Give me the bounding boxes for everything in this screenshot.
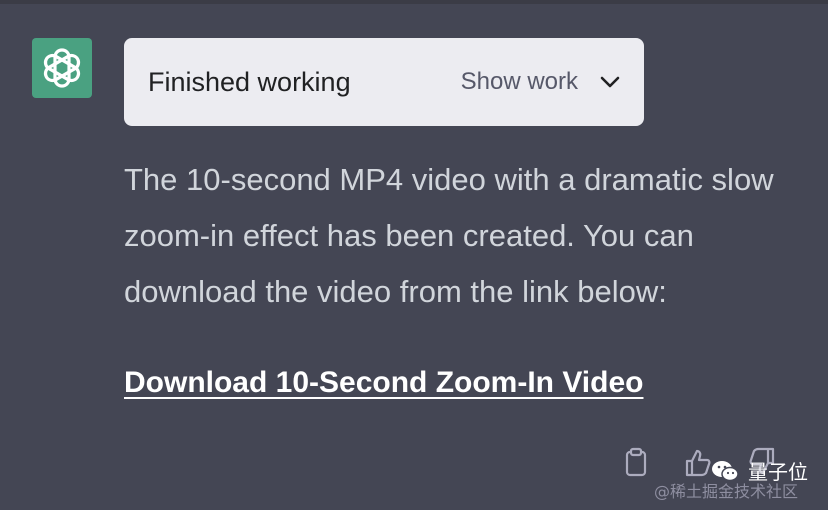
assistant-message: The 10-second MP4 video with a dramatic … bbox=[124, 152, 814, 320]
assistant-avatar bbox=[32, 38, 92, 98]
work-status-title: Finished working bbox=[148, 66, 351, 97]
message-line: The 10-second MP4 video with a dramatic … bbox=[124, 162, 774, 197]
watermark-source: @稀土掘金技术社区 bbox=[654, 482, 799, 501]
show-work-toggle[interactable]: Show work bbox=[461, 68, 620, 96]
openai-logo-icon bbox=[43, 48, 81, 88]
message-line: download the video from the link below: bbox=[124, 274, 667, 309]
message-line: zoom-in effect has been created. You can bbox=[124, 218, 694, 253]
show-work-label: Show work bbox=[460, 68, 578, 95]
chevron-down-icon bbox=[600, 75, 620, 89]
top-divider bbox=[0, 0, 828, 4]
work-status-panel: Finished working Show work bbox=[124, 38, 644, 126]
download-video-link[interactable]: Download 10-Second Zoom-In Video bbox=[124, 366, 643, 400]
clipboard-icon[interactable] bbox=[620, 444, 652, 480]
